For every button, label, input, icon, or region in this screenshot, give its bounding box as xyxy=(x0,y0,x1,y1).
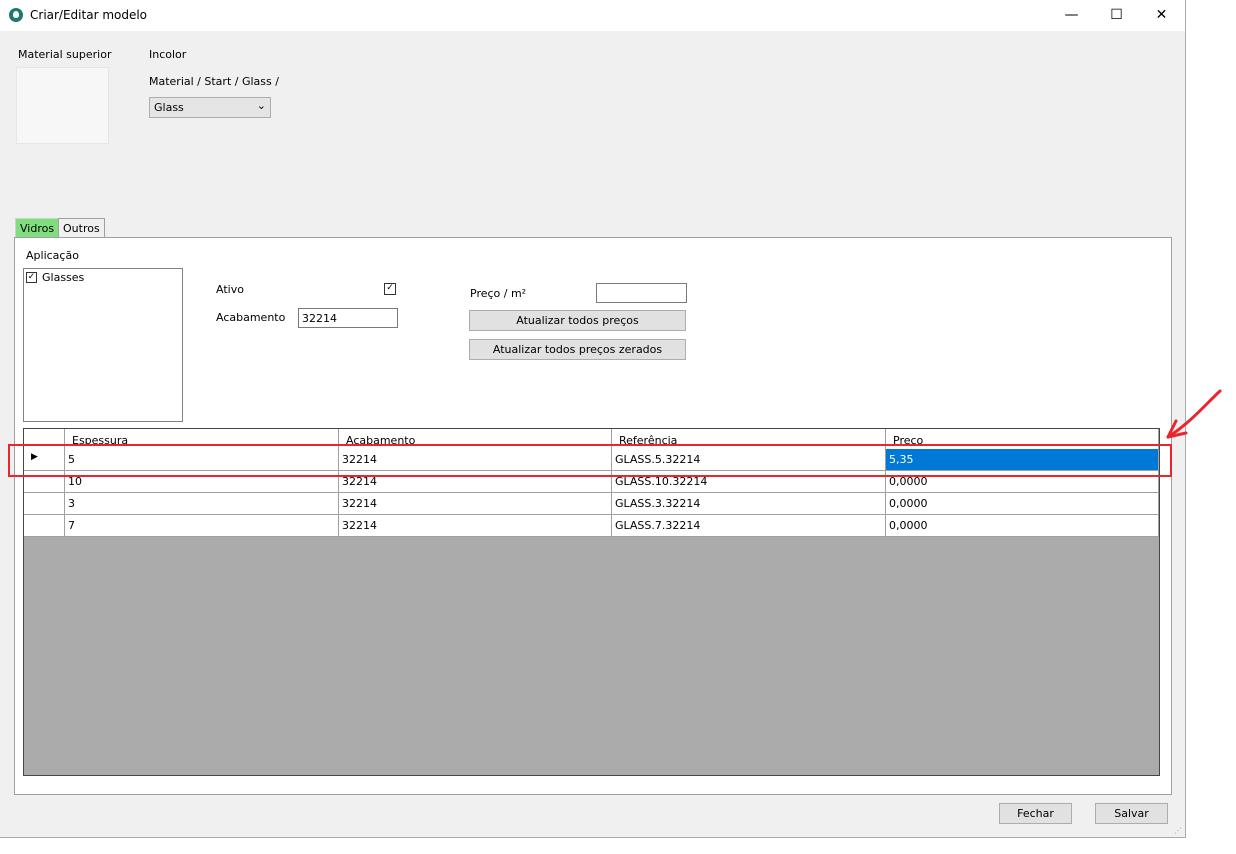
cell-preco[interactable]: 0,0000 xyxy=(886,493,1159,515)
annotation-arrow-icon xyxy=(1166,389,1222,439)
material-thumbnail[interactable] xyxy=(16,67,109,144)
preco-m2-label: Preço / m² xyxy=(470,287,527,300)
cell-referencia[interactable]: GLASS.7.32214 xyxy=(612,515,886,537)
aplicacao-listbox[interactable]: ✓ Glasses xyxy=(23,268,183,422)
cell-acabamento[interactable]: 32214 xyxy=(339,515,612,537)
prices-grid[interactable]: Espessura Acabamento Referência Preço ▶ … xyxy=(23,428,1160,776)
cell-espessura[interactable]: 7 xyxy=(65,515,339,537)
tab-vidros[interactable]: Vidros xyxy=(15,218,60,237)
dialog-window: Criar/Editar modelo — ☐ ✕ Material super… xyxy=(0,0,1186,838)
material-select-value: Glass xyxy=(154,101,184,114)
ativo-label: Ativo xyxy=(216,283,244,296)
atualizar-precos-zerados-button[interactable]: Atualizar todos preços zerados xyxy=(469,339,686,360)
atualizar-todos-precos-button[interactable]: Atualizar todos preços xyxy=(469,310,686,331)
acabamento-label: Acabamento xyxy=(216,311,286,324)
tab-outros[interactable]: Outros xyxy=(58,218,105,237)
material-select[interactable]: Glass ⌄ xyxy=(149,97,271,118)
table-row[interactable]: 3 32214 GLASS.3.32214 0,0000 xyxy=(24,493,1159,515)
cell-acabamento[interactable]: 32214 xyxy=(339,493,612,515)
acabamento-value: 32214 xyxy=(302,312,337,325)
preco-m2-field[interactable] xyxy=(596,283,687,303)
salvar-button[interactable]: Salvar xyxy=(1095,803,1168,824)
row-header[interactable] xyxy=(24,515,65,537)
glasses-checkbox[interactable]: ✓ xyxy=(26,272,37,283)
chevron-down-icon: ⌄ xyxy=(256,99,266,112)
cell-espessura[interactable]: 3 xyxy=(65,493,339,515)
material-path: Material / Start / Glass / xyxy=(149,75,279,88)
resize-grip-icon[interactable]: ⋰ xyxy=(1174,826,1184,836)
ativo-checkbox[interactable]: ✓ xyxy=(384,283,396,295)
annotation-highlight-box xyxy=(8,444,1172,477)
close-button[interactable]: ✕ xyxy=(1139,0,1184,31)
cell-referencia[interactable]: GLASS.3.32214 xyxy=(612,493,886,515)
title-bar: Criar/Editar modelo — ☐ ✕ xyxy=(0,0,1185,31)
minimize-button[interactable]: — xyxy=(1049,0,1094,31)
app-icon xyxy=(9,8,23,22)
row-header[interactable] xyxy=(24,493,65,515)
material-name: Incolor xyxy=(149,48,187,61)
fechar-button[interactable]: Fechar xyxy=(999,803,1072,824)
material-superior-label: Material superior xyxy=(18,48,112,61)
glasses-label: Glasses xyxy=(42,271,85,284)
acabamento-field[interactable]: 32214 xyxy=(298,308,398,328)
table-row[interactable]: 7 32214 GLASS.7.32214 0,0000 xyxy=(24,515,1159,537)
window-title: Criar/Editar modelo xyxy=(30,8,148,22)
maximize-button[interactable]: ☐ xyxy=(1094,0,1139,31)
aplicacao-label: Aplicação xyxy=(26,249,79,262)
cell-preco[interactable]: 0,0000 xyxy=(886,515,1159,537)
